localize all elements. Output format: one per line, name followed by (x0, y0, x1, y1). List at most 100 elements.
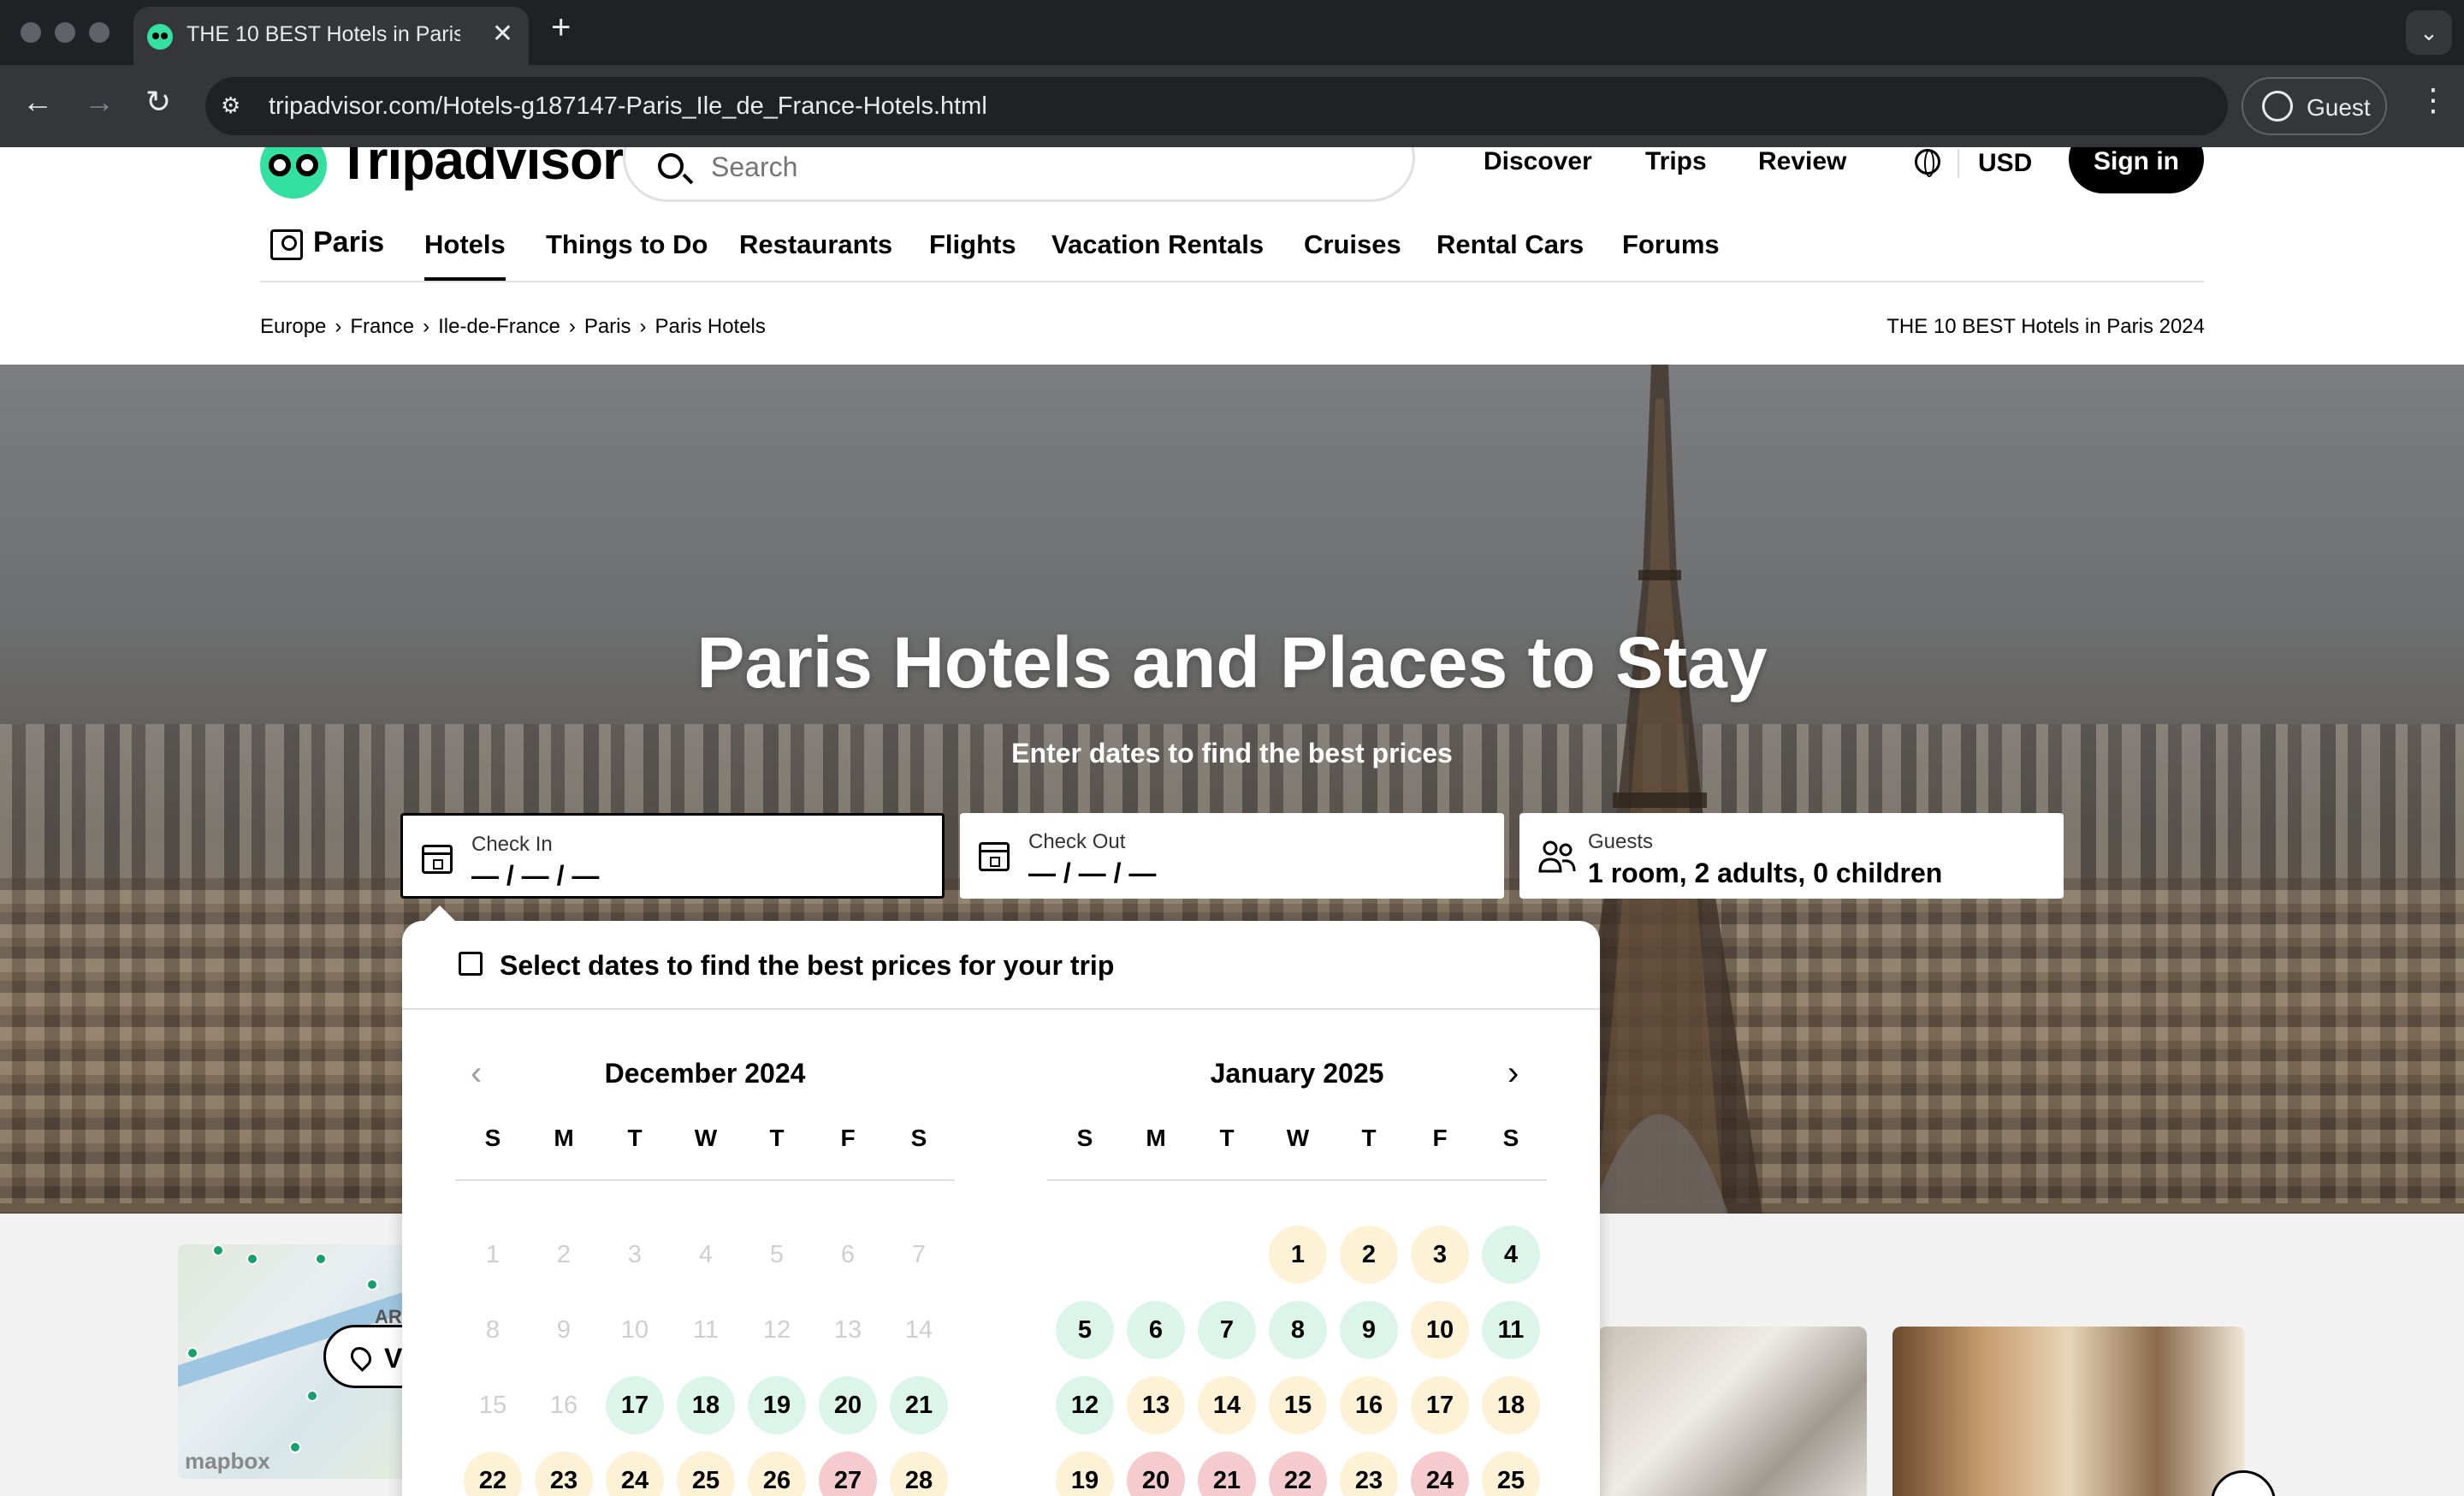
calendar-day[interactable]: 6 (1127, 1301, 1185, 1359)
city-name[interactable]: Paris (313, 226, 384, 259)
calendar-day[interactable]: 8 (1269, 1301, 1327, 1359)
breadcrumb-france[interactable]: France (350, 315, 414, 338)
profile-button[interactable]: Guest (2242, 77, 2387, 135)
breadcrumb-paris[interactable]: Paris (584, 315, 631, 338)
check-out-value: — / — / — (1028, 858, 1157, 888)
calendar-day[interactable]: 20 (1127, 1451, 1185, 1496)
tab-search-menu-button[interactable]: ⌄ (2406, 10, 2452, 55)
nav-review[interactable]: Review (1758, 147, 1846, 176)
breadcrumb-chevron-icon: › (335, 315, 342, 338)
check-out-label: Check Out (1028, 830, 1126, 853)
mapbox-attribution[interactable]: mapbox (185, 1448, 270, 1475)
hotel-photo[interactable] (1598, 1327, 1867, 1496)
weekday-label: S (484, 1125, 501, 1151)
search-input[interactable]: Search (623, 147, 1415, 202)
calendar-day: 3 (627, 1241, 643, 1268)
back-arrow-icon[interactable]: ← (22, 84, 53, 120)
calendar-day[interactable]: 3 (1411, 1226, 1469, 1284)
site-header: Tripadvisor Search Discover Trips Review… (0, 147, 2464, 365)
browser-tab[interactable]: THE 10 BEST Hotels in Paris, F ✕ (133, 7, 529, 65)
calendar-day[interactable]: 15 (1269, 1376, 1327, 1434)
window-minimize-dot[interactable] (55, 22, 75, 43)
calendar-day[interactable]: 12 (1056, 1376, 1114, 1434)
calendar-day[interactable]: 25 (1482, 1451, 1540, 1496)
guests-icon (1538, 840, 1576, 873)
weekday-label: S (1076, 1125, 1093, 1151)
guests-field[interactable]: Guests 1 room, 2 adults, 0 children (1519, 813, 2064, 899)
breadcrumb-chevron-icon: › (568, 315, 576, 338)
check-in-field[interactable]: Check In — / — / — (400, 813, 945, 899)
calendar-day[interactable]: 4 (1482, 1226, 1540, 1284)
new-tab-button[interactable]: + (551, 9, 571, 47)
calendar-day[interactable]: 23 (535, 1451, 593, 1496)
calendar-day: 6 (840, 1241, 856, 1268)
calendar-day: 5 (769, 1241, 785, 1268)
tab-close-icon[interactable]: ✕ (492, 19, 513, 49)
subnav-hotels[interactable]: Hotels (424, 229, 506, 281)
calendar-day[interactable]: 22 (1269, 1451, 1327, 1496)
window-close-dot[interactable] (21, 22, 41, 43)
calendar-day[interactable]: 24 (1411, 1451, 1469, 1496)
owl-logo-icon (260, 147, 327, 199)
calendar-day[interactable]: 27 (819, 1451, 877, 1496)
subnav-vacation-rentals[interactable]: Vacation Rentals (1051, 229, 1264, 260)
calendar-day[interactable]: 7 (1198, 1301, 1256, 1359)
calendar-day: 12 (762, 1316, 791, 1344)
site-settings-icon[interactable]: ⚙ (221, 92, 240, 119)
breadcrumb-europe[interactable]: Europe (260, 315, 326, 338)
calendar-day[interactable]: 21 (1198, 1451, 1256, 1496)
calendar-day[interactable]: 10 (1411, 1301, 1469, 1359)
reload-icon[interactable]: ↻ (145, 84, 171, 120)
calendar-day[interactable]: 1 (1269, 1226, 1327, 1284)
calendar-day[interactable]: 18 (1482, 1376, 1540, 1434)
calendar-day[interactable]: 17 (1411, 1376, 1469, 1434)
forward-arrow-icon[interactable]: → (84, 84, 115, 120)
subnav-forums[interactable]: Forums (1622, 229, 1720, 260)
calendar-day[interactable]: 22 (464, 1451, 522, 1496)
calendar-day[interactable]: 26 (748, 1451, 806, 1496)
calendar-day[interactable]: 20 (819, 1376, 877, 1434)
currency-selector[interactable]: USD (1958, 149, 2032, 178)
calendar-day[interactable]: 9 (1340, 1301, 1398, 1359)
subnav-things-to-do[interactable]: Things to Do (546, 229, 708, 260)
calendar-day: 4 (698, 1241, 714, 1268)
url-text[interactable]: tripadvisor.com/Hotels-g187147-Paris_Ile… (269, 92, 987, 121)
weekday-label: F (840, 1125, 856, 1151)
address-bar[interactable]: ⚙ tripadvisor.com/Hotels-g187147-Paris_I… (205, 77, 2228, 135)
calendar-day[interactable]: 19 (1056, 1451, 1114, 1496)
calendar-day: 9 (556, 1316, 572, 1344)
subnav-restaurants[interactable]: Restaurants (739, 229, 892, 260)
window-zoom-dot[interactable] (89, 22, 110, 43)
breadcrumb-ile-de-france[interactable]: Ile-de-France (438, 315, 560, 338)
calendar-day[interactable]: 21 (890, 1376, 948, 1434)
calendar-day: 1 (485, 1241, 500, 1268)
calendar-day[interactable]: 18 (677, 1376, 735, 1434)
calendar-day[interactable]: 11 (1482, 1301, 1540, 1359)
browser-toolbar: ← → ↻ ⚙ tripadvisor.com/Hotels-g187147-P… (0, 65, 2464, 147)
calendar-day[interactable]: 2 (1340, 1226, 1398, 1284)
browser-menu-icon[interactable]: ⋮ (2418, 82, 2449, 118)
calendar-day[interactable]: 24 (606, 1451, 664, 1496)
calendar-day[interactable]: 19 (748, 1376, 806, 1434)
subnav-flights[interactable]: Flights (929, 229, 1016, 260)
check-out-field[interactable]: Check Out — / — / — (960, 813, 1504, 899)
nav-trips[interactable]: Trips (1645, 147, 1707, 176)
nav-discover[interactable]: Discover (1484, 147, 1592, 176)
calendar-day[interactable]: 5 (1056, 1301, 1114, 1359)
calendar-day[interactable]: 23 (1340, 1451, 1398, 1496)
calendar-day[interactable]: 17 (606, 1376, 664, 1434)
subnav-cruises[interactable]: Cruises (1304, 229, 1401, 260)
subnav-rental-cars[interactable]: Rental Cars (1436, 229, 1584, 260)
calendar-day[interactable]: 25 (677, 1451, 735, 1496)
profile-label: Guest (2307, 94, 2371, 121)
calendar-day[interactable]: 16 (1340, 1376, 1398, 1434)
check-in-label: Check In (471, 833, 553, 856)
calendar-day[interactable]: 14 (1198, 1376, 1256, 1434)
sign-in-button[interactable]: Sign in (2069, 147, 2204, 193)
calendar-day[interactable]: 28 (890, 1451, 948, 1496)
globe-icon[interactable] (1915, 149, 1940, 177)
hotel-photo[interactable] (1892, 1327, 2245, 1496)
calendar-day[interactable]: 13 (1127, 1376, 1185, 1434)
breadcrumb-chevron-icon: › (639, 315, 647, 338)
date-picker-header: Select dates to find the best prices for… (402, 921, 1600, 1010)
